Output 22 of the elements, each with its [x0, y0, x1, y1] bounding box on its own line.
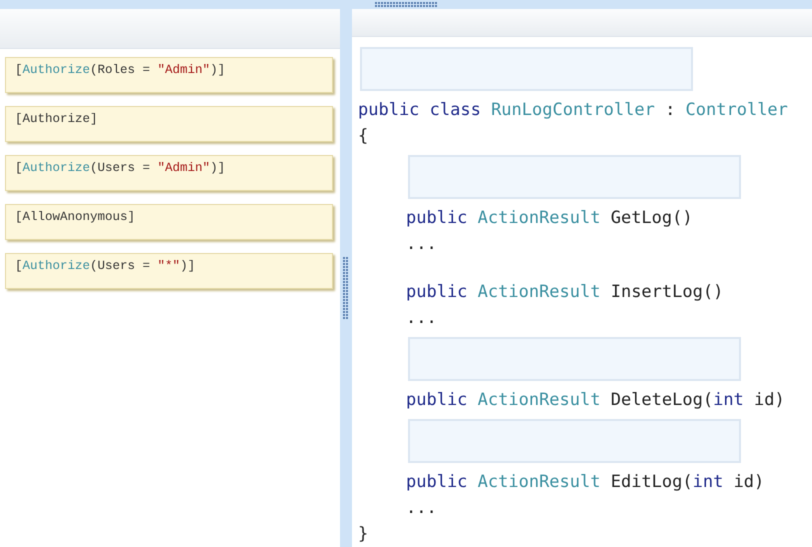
answer-card[interactable]: [AllowAnonymous]: [5, 204, 333, 240]
answer-card[interactable]: [Authorize]: [5, 106, 333, 142]
brace: }: [358, 523, 368, 546]
ellipsis: ...: [406, 307, 437, 330]
answer-card[interactable]: [Authorize(Roles = "Admin")]: [5, 57, 333, 93]
method-signature: public ActionResult EditLog(int id): [406, 471, 764, 494]
class-declaration: public class RunLogController : Controller: [358, 99, 788, 122]
ellipsis: ...: [406, 497, 437, 520]
answer-card[interactable]: [Authorize(Users = "*")]: [5, 253, 333, 289]
splitter[interactable]: [340, 9, 352, 547]
grip-icon[interactable]: [375, 2, 437, 8]
grip-icon[interactable]: [343, 257, 349, 319]
brace: {: [358, 125, 368, 148]
drop-target[interactable]: [408, 155, 741, 199]
drop-target[interactable]: [408, 337, 741, 381]
method-signature: public ActionResult DeleteLog(int id): [406, 389, 785, 412]
ellipsis: ...: [406, 233, 437, 256]
method-signature: public ActionResult InsertLog(): [406, 281, 724, 304]
method-signature: public ActionResult GetLog(): [406, 207, 693, 230]
drop-target[interactable]: [408, 419, 741, 463]
answer-card[interactable]: [Authorize(Users = "Admin")]: [5, 155, 333, 191]
drop-target[interactable]: [360, 47, 693, 91]
